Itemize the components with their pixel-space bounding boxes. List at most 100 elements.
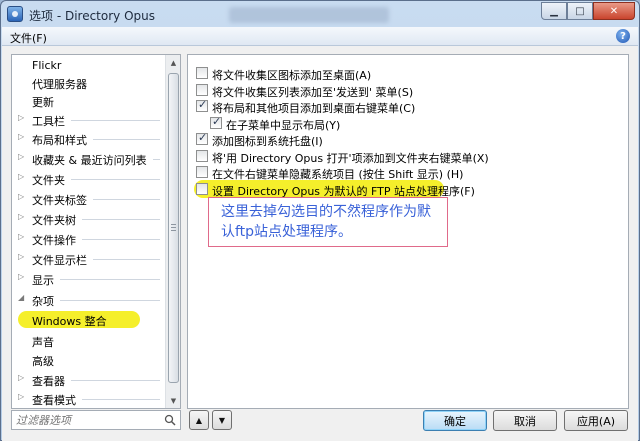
tree-item-label: 文件夹树	[32, 214, 76, 227]
tree-item[interactable]: ▷ 查看器	[12, 371, 166, 388]
scroll-down-arrow-icon[interactable]: ▼	[166, 393, 180, 408]
group-separator-line	[82, 219, 160, 220]
tree-item[interactable]: 高级	[12, 351, 166, 368]
checkbox-unchecked[interactable]	[196, 150, 208, 162]
apply-button[interactable]: 应用(A)	[564, 410, 628, 431]
thumb-grip	[171, 224, 176, 225]
move-up-button[interactable]: ▲	[189, 410, 209, 430]
checkbox-checked[interactable]	[196, 98, 208, 112]
tree-item[interactable]: Flickr	[12, 57, 166, 74]
options-window: 选项 - Directory Opus ▁ □ ✕ 文件(F) ? Flickr…	[0, 0, 640, 441]
maximize-icon: □	[575, 5, 585, 17]
collapsed-arrow-icon[interactable]: ▷	[18, 152, 24, 161]
category-tree[interactable]: Flickr 代理服务器 更新 ▷ 工具栏 ▷ 布局和样式 ▷ 收藏夹 & 最近访问列表 ▷ 文件夹…	[11, 54, 181, 409]
triangle-down-icon: ▼	[218, 415, 226, 425]
minimize-icon: ▁	[550, 5, 558, 17]
tree-item[interactable]: ▷ 文件夹树	[12, 210, 166, 227]
option-label: 添加图标到系统托盘(I)	[212, 135, 323, 148]
group-separator-line	[152, 159, 160, 160]
tree-item[interactable]: ▷ 文件夹	[12, 170, 166, 187]
group-separator-line	[71, 380, 160, 381]
filter-options-input[interactable]	[16, 413, 156, 428]
tree-item-label: 杂项	[32, 295, 54, 308]
tree-item-label: 查看模式	[32, 394, 76, 407]
tree-item[interactable]: Windows 整合	[12, 311, 166, 328]
annotation-line-2: 认ftp站点处理程序。	[221, 224, 353, 240]
tree-item[interactable]: ▷ 文件显示栏	[12, 250, 166, 267]
tree-item[interactable]: ▷ 收藏夹 & 最近访问列表	[12, 150, 166, 167]
checkbox-unchecked[interactable]	[196, 183, 208, 195]
tree-item[interactable]: ▷ 工具栏	[12, 111, 166, 128]
collapsed-arrow-icon[interactable]: ▷	[18, 232, 24, 241]
checkbox-checked[interactable]	[210, 115, 222, 129]
close-icon: ✕	[609, 5, 619, 17]
menu-bar: 文件(F) ?	[2, 27, 638, 46]
dialog-client-area: Flickr 代理服务器 更新 ▷ 工具栏 ▷ 布局和样式 ▷ 收藏夹 & 最近访问列表 ▷ 文件夹…	[2, 46, 638, 441]
group-separator-line	[71, 120, 160, 121]
tree-item-label: 查看器	[32, 375, 65, 388]
tree-item[interactable]: ▷ 布局和样式	[12, 130, 166, 147]
checkbox-unchecked[interactable]	[196, 84, 208, 96]
collapsed-arrow-icon[interactable]: ▷	[18, 272, 24, 281]
group-separator-line	[93, 139, 160, 140]
collapsed-arrow-icon[interactable]: ▷	[18, 212, 24, 221]
blurred-title-area	[229, 7, 389, 23]
tree-item-label: 收藏夹 & 最近访问列表	[32, 154, 147, 167]
move-down-button[interactable]: ▼	[212, 410, 232, 430]
group-separator-line	[82, 399, 160, 400]
collapsed-arrow-icon[interactable]: ▷	[18, 252, 24, 261]
checkbox-unchecked[interactable]	[196, 67, 208, 79]
filter-box[interactable]	[11, 410, 181, 430]
checkbox-unchecked[interactable]	[196, 166, 208, 178]
tree-item-label: 更新	[32, 96, 54, 109]
tree-item[interactable]: 更新	[12, 92, 166, 109]
tree-item[interactable]: ▷ 查看模式	[12, 390, 166, 407]
tree-item-label: 显示	[32, 274, 54, 287]
help-icon[interactable]: ?	[616, 29, 630, 43]
tree-item-label: 工具栏	[32, 115, 65, 128]
tree-item-label: 文件显示栏	[32, 254, 87, 267]
collapsed-arrow-icon[interactable]: ▷	[18, 113, 24, 122]
checkbox-checked[interactable]	[196, 131, 208, 145]
tree-item-label: 文件夹	[32, 174, 65, 187]
cancel-button[interactable]: 取消	[493, 410, 557, 431]
option-label: 将'用 Directory Opus 打开'项添加到文件夹右键菜单(X)	[212, 152, 489, 165]
group-separator-line	[82, 239, 160, 240]
maximize-button[interactable]: □	[567, 2, 593, 20]
collapsed-arrow-icon[interactable]: ▷	[18, 192, 24, 201]
search-icon[interactable]	[164, 414, 176, 426]
close-button[interactable]: ✕	[593, 2, 635, 20]
tree-scrollbar[interactable]: ▲ ▼	[165, 55, 180, 408]
triangle-up-icon: ▲	[195, 415, 203, 425]
collapsed-arrow-icon[interactable]: ▷	[18, 392, 24, 401]
tree-item[interactable]: ▷ 显示	[12, 270, 166, 287]
tree-item-label: 文件操作	[32, 234, 76, 247]
tree-item-label: 布局和样式	[32, 134, 87, 147]
option-label: 在子菜单中显示布局(Y)	[226, 119, 341, 132]
tree-item[interactable]: ▷ 文件操作	[12, 230, 166, 247]
thumb-grip	[171, 227, 176, 228]
annotation-line-1: 这里去掉勾选目的不然程序作为默	[221, 204, 431, 220]
scrollbar-thumb[interactable]	[168, 73, 179, 383]
option-label: 将布局和其他项目添加到桌面右键菜单(C)	[212, 102, 416, 115]
collapsed-arrow-icon[interactable]: ▷	[18, 172, 24, 181]
expanded-arrow-icon[interactable]: ◢	[18, 293, 24, 302]
tree-item[interactable]: 代理服务器	[12, 74, 166, 91]
group-separator-line	[60, 300, 160, 301]
directory-opus-app-icon	[7, 6, 23, 22]
ok-button[interactable]: 确定	[423, 410, 487, 431]
tree-item[interactable]: ◢ 杂项	[12, 291, 166, 308]
tree-item[interactable]: ▷ 文件夹标签	[12, 190, 166, 207]
collapsed-arrow-icon[interactable]: ▷	[18, 373, 24, 382]
tree-item-label: 代理服务器	[32, 78, 87, 91]
tree-item-label: Windows 整合	[32, 315, 107, 328]
title-bar[interactable]: 选项 - Directory Opus ▁ □ ✕	[1, 1, 639, 27]
minimize-button[interactable]: ▁	[541, 2, 567, 20]
menu-file[interactable]: 文件(F)	[10, 30, 47, 46]
scroll-up-arrow-icon[interactable]: ▲	[166, 55, 180, 70]
tree-item-label: 声音	[32, 336, 54, 349]
tree-item[interactable]: 声音	[12, 332, 166, 349]
annotation-note: 这里去掉勾选目的不然程序作为默 认ftp站点处理程序。	[208, 197, 448, 247]
group-separator-line	[60, 279, 160, 280]
collapsed-arrow-icon[interactable]: ▷	[18, 132, 24, 141]
